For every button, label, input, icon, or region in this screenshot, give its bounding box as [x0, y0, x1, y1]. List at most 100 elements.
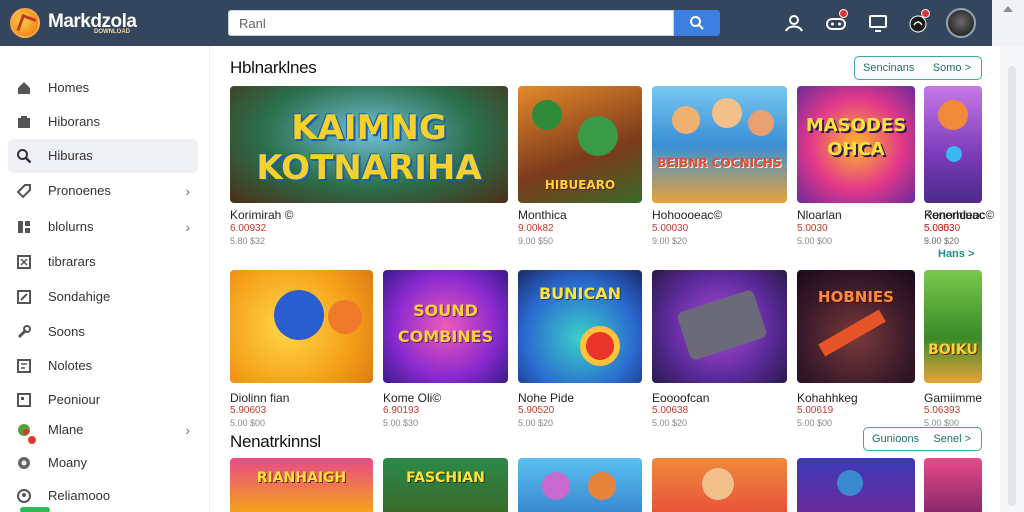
chevron-right-icon: ›: [185, 183, 190, 199]
sidebar-item-hiburas[interactable]: Hiburas: [8, 139, 198, 173]
game-thumbnail: BOIKU: [924, 270, 982, 383]
game-price: 5.00638: [652, 405, 689, 416]
game-meta: 5.00 $20: [518, 418, 554, 428]
game-price: 9.00k82: [518, 223, 554, 234]
game-meta: 9.00 $50: [518, 236, 554, 246]
chevron-right-icon: ›: [185, 422, 190, 438]
gamepad-icon[interactable]: [824, 9, 848, 35]
see-more-link[interactable]: Hans >: [938, 248, 974, 260]
section-filter-button[interactable]: Sencinans Somo >: [854, 56, 982, 80]
game-art-title: BUNICAN: [538, 284, 622, 303]
game-price: 5.00030: [652, 223, 689, 234]
settings-icon: [16, 455, 32, 471]
app-logo[interactable]: [10, 8, 40, 38]
sidebar-item-label: Homes: [48, 80, 90, 95]
sidebar-item-label: tibrarars: [48, 254, 96, 269]
game-price: 5.06393: [924, 405, 961, 416]
sidebar-item-homes[interactable]: Homes: [8, 71, 198, 105]
game-art-title: FASCHIAN: [406, 470, 485, 486]
filter-label: Gunioons: [872, 433, 920, 445]
game-thumbnail: [518, 458, 642, 512]
page-icon: [16, 392, 32, 408]
game-title: Nohe Pide: [518, 391, 575, 405]
brand-subtitle: DOWNLOAD: [94, 29, 130, 35]
game-thumbnail: FASCHIAN: [383, 458, 508, 512]
game-thumbnail: HIBUEARO: [518, 86, 642, 203]
game-title: Diolinn fian: [230, 391, 290, 405]
game-meta: 5.80 $32: [230, 236, 266, 246]
game-title: Renondeoc©: [924, 208, 995, 222]
search-input[interactable]: [228, 10, 674, 36]
search-button[interactable]: [674, 10, 720, 36]
sidebar-item-label: Soons: [48, 324, 85, 339]
sidebar-item-label: Reliamooo: [48, 488, 111, 503]
sidebar-item-label: Nolotes: [48, 358, 93, 373]
game-meta: 5.00 $00: [797, 236, 833, 246]
home-icon: [16, 80, 32, 96]
sidebar-item-blolurns[interactable]: blolurns ›: [8, 210, 198, 244]
game-art-title: HIBUEARO: [544, 178, 616, 192]
game-price: 6.00932: [230, 223, 267, 234]
game-title: Eoooofcan: [652, 391, 710, 405]
game-thumbnail: [652, 270, 787, 383]
notification-badge: [921, 9, 930, 18]
game-art-title: SOUND COMBINES: [397, 301, 494, 346]
see-more-label: Senel >: [933, 433, 971, 445]
game-thumbnail: BUNICAN: [518, 270, 642, 383]
game-thumbnail: BEIBNR COCNICHS: [652, 86, 787, 203]
chevron-right-icon: ›: [185, 219, 190, 235]
game-thumbnail: RIANHAIGH: [230, 458, 373, 512]
game-thumbnail: KAIMNG KOTNARIHA: [230, 86, 508, 203]
wrench-icon: [16, 324, 32, 340]
sidebar-item-nolotes[interactable]: Nolotes: [8, 349, 198, 383]
search-icon: [16, 148, 32, 164]
user-icon[interactable]: [782, 11, 806, 35]
library-icon: [16, 114, 32, 130]
game-thumbnail: HOBNIES: [797, 270, 915, 383]
checkbox-icon: [16, 254, 32, 270]
game-meta: 9.00 $20: [924, 236, 960, 246]
game-title: Korimirah ©: [230, 208, 294, 222]
game-price: 5.0030: [797, 223, 828, 234]
game-title: Hohoooeac©: [652, 208, 723, 222]
game-thumbnail: SOUND COMBINES: [383, 270, 508, 383]
sidebar-item-pronoenes[interactable]: Pronoenes ›: [8, 174, 198, 208]
game-price: 5.90520: [518, 405, 555, 416]
sidebar-item-mlane[interactable]: Mlane ›: [8, 413, 198, 447]
sidebar-item-soons[interactable]: Soons: [8, 315, 198, 349]
game-price: 5.90603: [230, 405, 267, 416]
sidebar-item-label: Hiborans: [48, 114, 101, 129]
game-art-title: RIANHAIGH: [256, 470, 347, 486]
sidebar-item-tibrarars[interactable]: tibrarars: [8, 245, 198, 279]
game-thumbnail: MASODES OHCA: [797, 86, 915, 203]
avatar[interactable]: [946, 8, 976, 38]
tag-icon: [16, 183, 32, 199]
sidebar-item-sondahige[interactable]: Sondahige: [8, 280, 198, 314]
sidebar-item-label: Sondahige: [48, 289, 111, 304]
game-meta: 5.00 $20: [652, 418, 688, 428]
game-title: Kohahhkeg: [797, 391, 858, 405]
game-thumbnail: [924, 86, 982, 203]
scroll-up-arrow[interactable]: [992, 0, 1024, 46]
sidebar-item-hiborans[interactable]: Hiborans: [8, 105, 198, 139]
game-meta: 5.00 $00: [797, 418, 833, 428]
sidebar-item-peoniour[interactable]: Peoniour: [8, 383, 198, 417]
scrollbar[interactable]: [1000, 46, 1024, 512]
monitor-icon[interactable]: [866, 11, 890, 35]
game-title: Monthica: [518, 208, 567, 222]
game-price: 5.00619: [797, 405, 834, 416]
sidebar-item-label: Moany: [48, 455, 88, 470]
sidebar-item-moany[interactable]: Moany: [8, 446, 198, 480]
section-filter-button[interactable]: Gunioons Senel >: [863, 427, 982, 451]
game-meta: 5.00 $00: [230, 418, 266, 428]
scrollbar-thumb[interactable]: [1008, 66, 1016, 506]
sidebar-item-label: Pronoenes: [48, 183, 111, 198]
bell-icon[interactable]: [906, 9, 930, 35]
top-bar: Markdzola DOWNLOAD: [0, 0, 1024, 46]
sidebar-item-label: Peoniour: [48, 392, 101, 407]
profile-icon: [16, 488, 32, 504]
see-more-label: Somo >: [932, 62, 971, 74]
game-price: 6.90193: [383, 405, 420, 416]
game-title: Kome Oli©: [383, 391, 442, 405]
sidebar-item-label: blolurns: [48, 219, 94, 234]
